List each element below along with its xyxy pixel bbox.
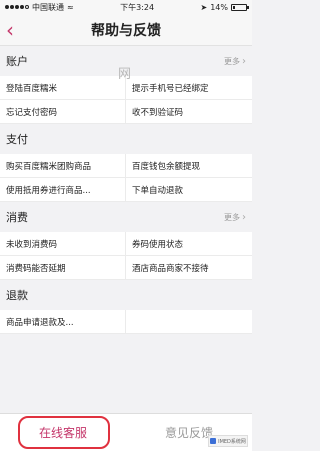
help-sections: 账户 更多 › 登陆百度糯米 提示手机号已经绑定 忘记支付密码 收不到验证码 支付… [0, 46, 252, 334]
help-item[interactable]: 下单自动退款 [126, 178, 252, 202]
battery-icon [231, 3, 249, 11]
section-title: 账户 [6, 55, 28, 68]
battery-percent: 14% [210, 2, 228, 12]
chevron-right-icon: › [242, 211, 246, 223]
wifi-icon: ≈ [67, 2, 74, 12]
back-button[interactable]: ‹ [6, 20, 24, 40]
location-icon: ➤ [200, 2, 208, 12]
section-title: 消费 [6, 211, 28, 224]
more-link[interactable]: 更多 › [224, 212, 246, 223]
section-grid-account: 登陆百度糯米 提示手机号已经绑定 忘记支付密码 收不到验证码 [0, 76, 252, 124]
section-grid-refund: 商品申请退款及... [0, 310, 252, 334]
online-service-label: 在线客服 [38, 426, 87, 440]
status-bar: 中国联通 ≈ 下午3:24 ➤ 14% [0, 0, 252, 14]
help-item-empty [126, 310, 252, 334]
help-item[interactable]: 收不到验证码 [126, 100, 252, 124]
help-item[interactable]: 购买百度糯米团购商品 [0, 154, 126, 178]
site-logo: IMED系统网 [208, 435, 248, 447]
help-item[interactable]: 百度钱包余额提现 [126, 154, 252, 178]
chevron-right-icon: › [242, 55, 246, 67]
help-item[interactable]: 商品申请退款及... [0, 310, 126, 334]
help-item[interactable]: 登陆百度糯米 [0, 76, 126, 100]
section-grid-payment: 购买百度糯米团购商品 百度钱包余额提现 使用抵用券进行商品... 下单自动退款 [0, 154, 252, 202]
nav-bar: ‹ 帮助与反馈 [0, 14, 252, 46]
section-grid-consumption: 未收到消费码 券码使用状态 消费码能否延期 酒店商品商家不接待 [0, 232, 252, 280]
status-time: 下午3:24 [120, 2, 155, 12]
feedback-label: 意见反馈 [164, 426, 213, 440]
help-item[interactable]: 券码使用状态 [126, 232, 252, 256]
section-header-consumption: 消费 更多 › [0, 202, 252, 232]
page-title: 帮助与反馈 [91, 22, 161, 39]
logo-mark-icon [210, 438, 217, 444]
help-item[interactable]: 忘记支付密码 [0, 100, 126, 124]
help-item[interactable]: 酒店商品商家不接待 [126, 256, 252, 280]
help-item[interactable]: 消费码能否延期 [0, 256, 126, 280]
section-header-payment: 支付 [0, 124, 252, 154]
help-item[interactable]: 未收到消费码 [0, 232, 126, 256]
watermark: 网 [118, 67, 132, 82]
signal-icon [5, 5, 29, 9]
section-title: 退款 [6, 289, 28, 302]
more-link[interactable]: 更多 › [224, 56, 246, 67]
online-service-button[interactable]: 在线客服 [0, 414, 126, 451]
section-title: 支付 [6, 133, 28, 146]
help-item[interactable]: 提示手机号已经绑定 [126, 76, 252, 100]
help-item[interactable]: 使用抵用券进行商品... [0, 178, 126, 202]
section-header-refund: 退款 [0, 280, 252, 310]
carrier-label: 中国联通 [32, 2, 64, 12]
